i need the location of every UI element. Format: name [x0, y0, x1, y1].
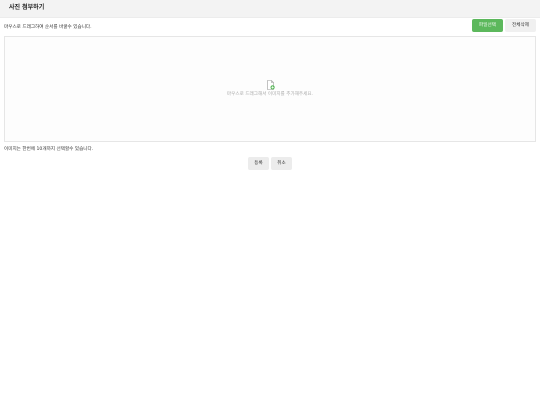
dialog-title: 사진 첨부하기 [9, 4, 45, 11]
dropzone-hint: 마우스로 드래그해서 이미지를 추가해주세요. [226, 92, 314, 97]
file-select-button[interactable]: 파일선택 [472, 19, 503, 32]
file-add-icon [267, 80, 275, 90]
delete-all-button[interactable]: 전체삭제 [505, 19, 536, 32]
image-dropzone[interactable]: 마우스로 드래그해서 이미지를 추가해주세요. [4, 36, 536, 142]
reorder-instruction: 마우스로 드래그하여 순서를 바꿀수 있습니다. [4, 25, 92, 30]
dialog-header: 사진 첨부하기 [0, 0, 540, 18]
cancel-button[interactable]: 취소 [271, 157, 292, 170]
register-button[interactable]: 등록 [248, 157, 269, 170]
image-limit-note: 이미지는 한번에 10개까지 선택할수 있습니다. [4, 147, 94, 152]
